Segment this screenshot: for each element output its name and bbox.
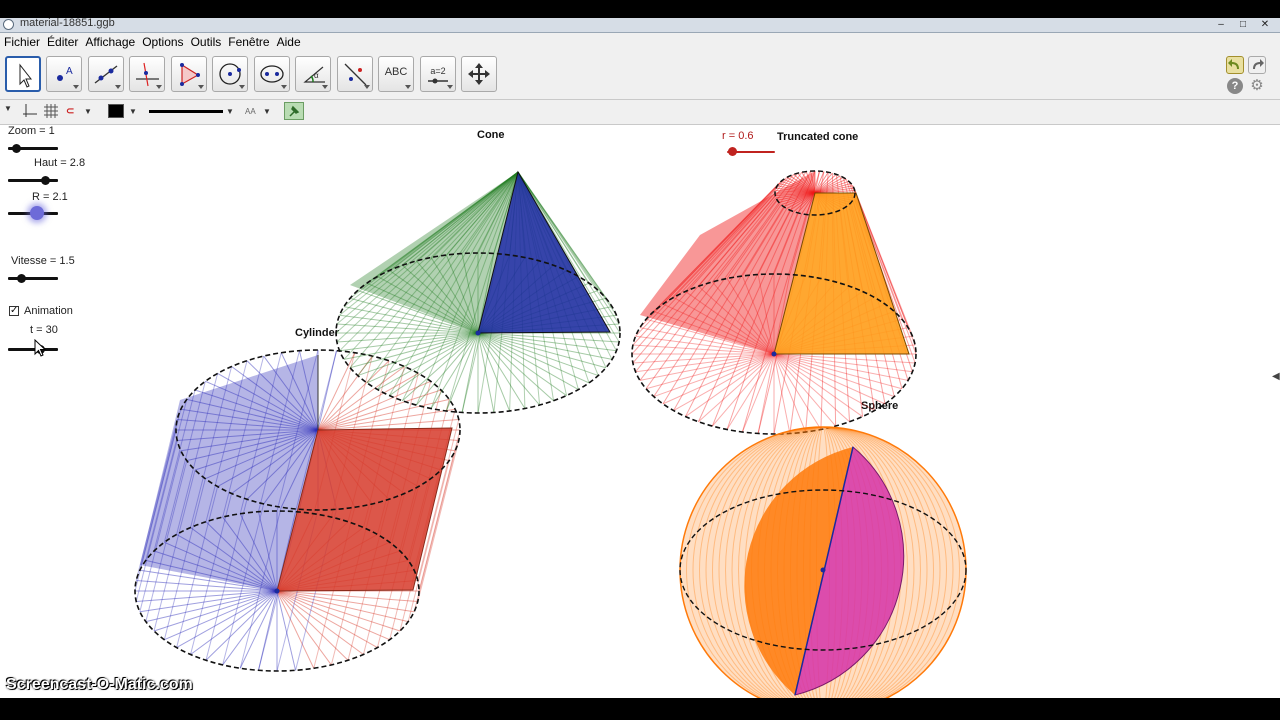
move-view-tool-button[interactable] bbox=[461, 56, 497, 92]
pin-toggle-button[interactable] bbox=[284, 102, 304, 120]
arrow-cursor-icon bbox=[19, 63, 33, 88]
chevron-down-icon[interactable]: ▼ bbox=[226, 103, 234, 120]
chevron-down-icon[interactable]: ▼ bbox=[129, 103, 137, 120]
style-bar: ▼ ⊂ ▼ ▼ ▼ AA ▼ bbox=[0, 100, 1280, 125]
menu-outils[interactable]: Outils bbox=[188, 33, 225, 51]
help-icon[interactable]: ? bbox=[1227, 78, 1243, 94]
menu-bar: Fichier Éditer Affichage Options Outils Fenêt… bbox=[0, 33, 1280, 51]
conic-tool-button[interactable] bbox=[254, 56, 290, 92]
menu-fichier[interactable]: Fichier bbox=[1, 33, 43, 51]
line-style-preview[interactable] bbox=[149, 110, 223, 113]
minimize-icon[interactable]: – bbox=[1210, 19, 1232, 30]
reflect-tool-button[interactable] bbox=[337, 56, 373, 92]
dropdown-triangle-icon bbox=[198, 85, 204, 89]
move-tool-button[interactable] bbox=[5, 56, 41, 92]
dropdown-triangle-icon bbox=[364, 85, 370, 89]
bottom-border bbox=[0, 698, 1280, 720]
label-style-icon[interactable]: AA bbox=[245, 103, 256, 120]
circle-tool-button[interactable] bbox=[212, 56, 248, 92]
gear-icon[interactable]: ⚙ bbox=[1249, 78, 1265, 94]
dropdown-triangle-icon bbox=[73, 85, 79, 89]
angle-tool-button[interactable]: α bbox=[295, 56, 331, 92]
dropdown-triangle-icon bbox=[115, 85, 121, 89]
axes-toggle-icon[interactable] bbox=[22, 103, 38, 120]
svg-text:A: A bbox=[66, 66, 73, 77]
slider-tool-button[interactable]: a=2 bbox=[420, 56, 456, 92]
dropdown-triangle-icon bbox=[156, 85, 162, 89]
grid-toggle-icon[interactable] bbox=[43, 103, 59, 120]
truncated-cone-solid[interactable] bbox=[631, 170, 917, 435]
menu-aide[interactable]: Aide bbox=[274, 33, 304, 51]
undo-button[interactable] bbox=[1226, 56, 1244, 74]
window-title-bar: material-18851.ggb – □ ✕ bbox=[0, 17, 1280, 33]
dropdown-triangle-icon bbox=[322, 85, 328, 89]
menu-fenetre[interactable]: Fenêtre bbox=[225, 33, 272, 51]
text-tool-button[interactable]: ABC bbox=[378, 56, 414, 92]
chevron-down-icon[interactable]: ▼ bbox=[84, 103, 92, 120]
undo-arrow-icon bbox=[1228, 59, 1239, 69]
cylinder-solid[interactable] bbox=[134, 349, 461, 672]
perpendicular-tool-button[interactable] bbox=[129, 56, 165, 92]
tool-bar: A α ABC a=2 ? ⚙ bbox=[0, 51, 1280, 100]
chevron-down-icon[interactable]: ▼ bbox=[263, 103, 271, 120]
line-tool-button[interactable] bbox=[88, 56, 124, 92]
text-tool-label: ABC bbox=[384, 66, 408, 78]
menu-options[interactable]: Options bbox=[139, 33, 186, 51]
sphere-solid[interactable] bbox=[679, 426, 967, 698]
svg-text:α: α bbox=[314, 71, 319, 80]
maximize-icon[interactable]: □ bbox=[1232, 19, 1254, 30]
graphics-view[interactable]: Zoom = 1 Haut = 2.8 R = 2.1 Vitesse = 1.… bbox=[0, 125, 1280, 698]
menu-affichage[interactable]: Affichage bbox=[82, 33, 138, 51]
menu-editer[interactable]: Éditer bbox=[44, 33, 81, 51]
window-title: material-18851.ggb bbox=[20, 17, 115, 29]
dropdown-triangle-icon bbox=[405, 85, 411, 89]
style-bar-toggle-icon[interactable]: ▼ bbox=[4, 100, 12, 117]
chevron-left-icon[interactable]: ◀ bbox=[1272, 371, 1280, 382]
dropdown-triangle-icon bbox=[447, 85, 453, 89]
polygon-tool-button[interactable] bbox=[171, 56, 207, 92]
mouse-cursor-icon bbox=[34, 338, 48, 364]
dropdown-triangle-icon bbox=[239, 85, 245, 89]
redo-button[interactable] bbox=[1248, 56, 1266, 74]
move-arrows-icon bbox=[468, 63, 490, 85]
solids-figure bbox=[134, 170, 967, 698]
close-icon[interactable]: ✕ bbox=[1254, 19, 1276, 30]
screencast-watermark: Screencast-O-Matic.com bbox=[6, 676, 193, 693]
color-swatch[interactable] bbox=[108, 104, 124, 118]
redo-arrow-icon bbox=[1253, 59, 1264, 69]
point-tool-button[interactable]: A bbox=[46, 56, 82, 92]
cone-solid[interactable] bbox=[335, 170, 621, 414]
pin-icon bbox=[289, 105, 300, 117]
dropdown-triangle-icon bbox=[281, 85, 287, 89]
geogebra-app-icon bbox=[3, 19, 14, 30]
point-capturing-icon[interactable]: ⊂ bbox=[66, 103, 74, 120]
